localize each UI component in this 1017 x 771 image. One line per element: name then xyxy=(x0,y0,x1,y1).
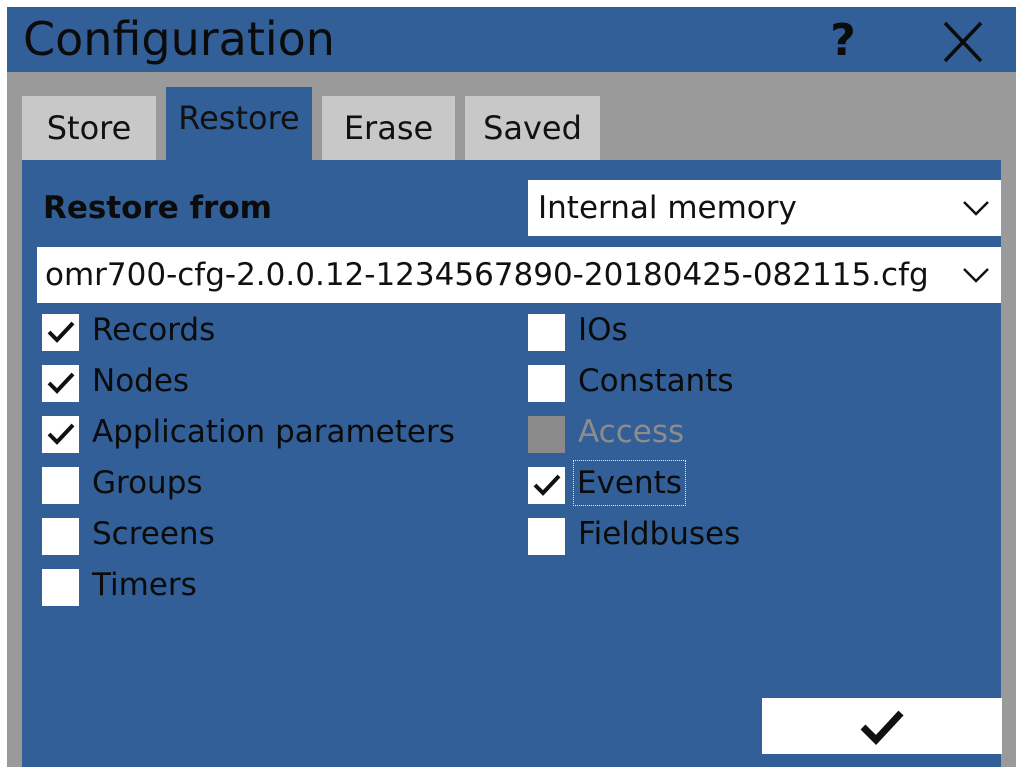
checkbox-label: Constants xyxy=(578,363,734,399)
checkbox-label: Events xyxy=(573,460,686,506)
tab-saved[interactable]: Saved xyxy=(465,96,600,160)
checkbox-label: Access xyxy=(578,414,685,450)
dialog-title: Configuration xyxy=(23,12,335,66)
check-icon xyxy=(47,372,75,394)
checkbox-box[interactable] xyxy=(528,518,565,555)
checkbox-box[interactable] xyxy=(42,416,79,453)
tab-bar: Store Restore Erase Saved xyxy=(7,72,1016,160)
checkbox-box[interactable] xyxy=(42,569,79,606)
checkbox-label: Groups xyxy=(92,465,203,501)
checkbox-box[interactable] xyxy=(528,314,565,351)
confirm-button[interactable] xyxy=(762,698,1002,754)
restore-source-value: Internal memory xyxy=(538,190,797,226)
title-bar: Configuration ? xyxy=(7,7,1016,72)
close-button[interactable] xyxy=(935,15,991,69)
checkbox-box[interactable] xyxy=(42,365,79,402)
tab-erase[interactable]: Erase xyxy=(322,96,455,160)
checkbox-label: Application parameters xyxy=(92,414,455,450)
restore-file-select[interactable]: omr700-cfg-2.0.0.12-1234567890-20180425-… xyxy=(37,247,1001,303)
check-icon xyxy=(47,423,75,445)
checkbox-label: Screens xyxy=(92,516,215,552)
checkmark-icon xyxy=(860,710,904,746)
configuration-dialog: Configuration ? Store Restore Erase Save… xyxy=(7,7,1016,767)
checkbox-box[interactable] xyxy=(42,518,79,555)
checkbox-box[interactable] xyxy=(528,365,565,402)
chevron-down-icon xyxy=(949,247,1001,303)
chevron-down-icon xyxy=(949,180,1001,236)
checkbox-label: Records xyxy=(92,312,216,348)
checkbox-box[interactable] xyxy=(528,467,565,504)
check-icon xyxy=(533,474,561,496)
close-icon xyxy=(943,21,983,63)
checkbox-box-disabled xyxy=(528,416,565,453)
check-icon xyxy=(47,321,75,343)
checkbox-label: Timers xyxy=(92,567,197,603)
checkbox-box[interactable] xyxy=(42,467,79,504)
help-button[interactable]: ? xyxy=(815,13,871,69)
checkbox-label: Fieldbuses xyxy=(578,516,741,552)
checkbox-label: Nodes xyxy=(92,363,190,399)
tab-store[interactable]: Store xyxy=(22,96,156,160)
restore-panel: Restore from Internal memory omr700-cfg-… xyxy=(22,160,1002,767)
tab-restore[interactable]: Restore xyxy=(166,87,312,160)
checkbox-label: IOs xyxy=(578,312,628,348)
restore-file-value: omr700-cfg-2.0.0.12-1234567890-20180425-… xyxy=(45,257,929,293)
checkbox-box[interactable] xyxy=(42,314,79,351)
restore-source-select[interactable]: Internal memory xyxy=(528,180,1001,236)
restore-from-label: Restore from xyxy=(43,190,272,226)
